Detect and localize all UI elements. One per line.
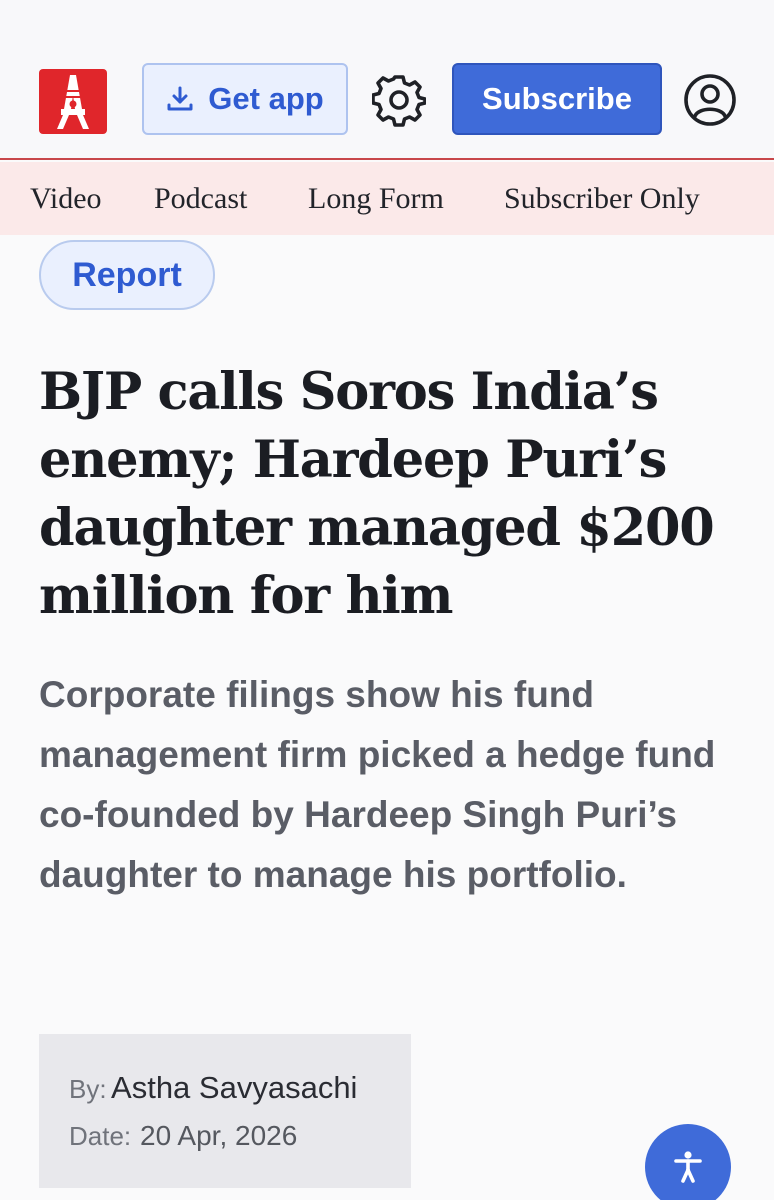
date-label: Date: [69,1121,132,1151]
user-circle-icon[interactable] [683,73,737,127]
accessibility-icon [674,1151,702,1183]
get-app-label: Get app [208,81,324,116]
subscribe-button[interactable]: Subscribe [452,63,662,135]
category-tag[interactable]: Report [39,240,215,310]
byline-box: By: Astha Savyasachi Date: 20 Apr, 2026 [39,1034,411,1188]
date-row: Date: 20 Apr, 2026 [69,1120,297,1152]
article-summary: Corporate filings show his fund manageme… [39,674,716,895]
nav-item-video[interactable]: Video [30,182,102,216]
nav-item-subscriber-only[interactable]: Subscriber Only [504,182,700,216]
section-nav: Video Podcast Long Form Subscriber Only [0,162,774,235]
clothespin-logo-icon[interactable] [39,69,107,134]
author-row: By: Astha Savyasachi [69,1070,357,1106]
author-name[interactable]: Astha Savyasachi [111,1070,357,1105]
nav-item-long-form[interactable]: Long Form [308,182,444,216]
download-icon [167,86,193,111]
by-label: By: [69,1074,107,1104]
publish-date: 20 Apr, 2026 [140,1120,298,1151]
get-app-button[interactable]: Get app [142,63,348,135]
gear-icon[interactable] [371,73,427,127]
article-headline: BJP calls Soros India’s enemy; Hardeep P… [39,362,715,626]
nav-item-podcast[interactable]: Podcast [154,182,247,216]
accessibility-button[interactable] [645,1124,731,1200]
site-header: Get app Subscribe [0,0,774,160]
